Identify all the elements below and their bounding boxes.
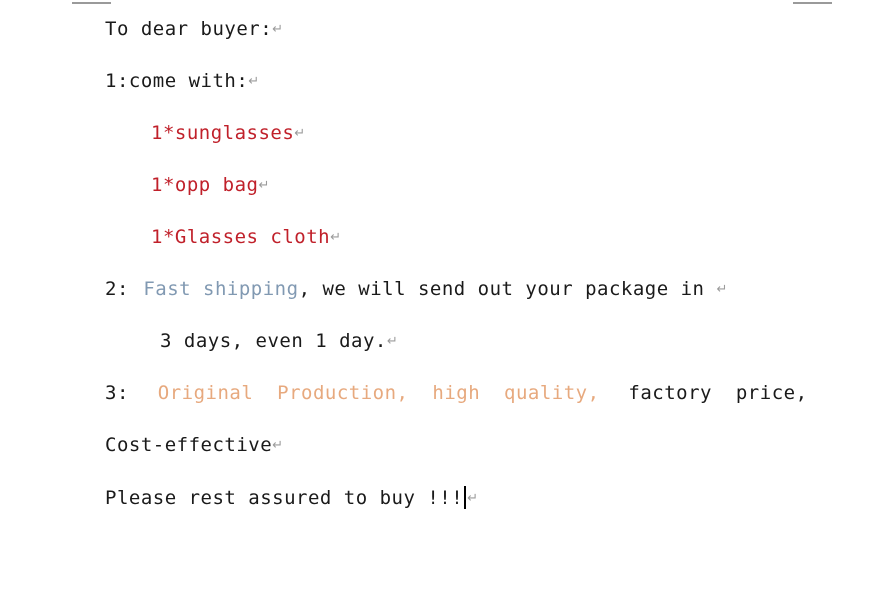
point-2-highlight: Fast shipping	[143, 278, 299, 300]
paragraph-mark-icon: ↵	[467, 491, 479, 506]
text-cursor-caret	[464, 486, 467, 509]
point-3-continued-text: Cost-effective	[105, 434, 273, 456]
point-3-highlight: Original Production, high quality,	[157, 382, 600, 404]
paragraph-mark-icon: ↵	[248, 74, 260, 89]
paragraph-item-3[interactable]: 1*Glasses cloth↵	[151, 226, 341, 249]
closing-text: Please rest assured to buy !!!	[105, 487, 464, 509]
paragraph-mark-icon: ↵	[272, 22, 284, 37]
paragraph-mark-icon: ↵	[272, 438, 284, 453]
paragraph-item-2[interactable]: 1*opp bag↵	[151, 174, 269, 197]
left-margin-marker	[72, 2, 111, 4]
paragraph-point-2-continued[interactable]: 3 days, even 1 day.↵	[160, 330, 398, 353]
document-page: To dear buyer:↵ 1:come with:↵ 1*sunglass…	[0, 0, 882, 597]
paragraph-mark-icon: ↵	[386, 334, 398, 349]
paragraph-item-heading[interactable]: 1:come with:↵	[105, 70, 259, 93]
right-margin-marker	[793, 2, 832, 4]
point-2-continued-text: 3 days, even 1 day.	[160, 330, 387, 352]
paragraph-point-2[interactable]: 2: Fast shipping, we will send out your …	[105, 278, 727, 301]
point-2-rest: , we will send out your package in	[298, 278, 705, 300]
point-3-rest: factory price,	[628, 382, 808, 404]
item-heading-text: 1:come with:	[105, 70, 249, 92]
paragraph-mark-icon: ↵	[258, 178, 270, 193]
paragraph-mark-icon: ↵	[294, 126, 306, 141]
item-3-text: 1*Glasses cloth	[151, 226, 331, 248]
paragraph-point-3-continued[interactable]: Cost-effective↵	[105, 434, 283, 457]
paragraph-mark-icon: ↵	[716, 282, 728, 297]
paragraph-mark-icon: ↵	[330, 230, 341, 245]
point-3-number: 3:	[105, 382, 129, 404]
paragraph-item-1[interactable]: 1*sunglasses↵	[151, 122, 305, 145]
paragraph-point-3[interactable]: 3: Original Production, high quality, fa…	[105, 382, 808, 404]
point-2-number: 2:	[105, 278, 129, 300]
paragraph-greeting[interactable]: To dear buyer:↵	[105, 18, 283, 41]
item-2-text: 1*opp bag	[151, 174, 259, 196]
greeting-text: To dear buyer:	[105, 18, 273, 40]
paragraph-closing[interactable]: Please rest assured to buy !!! ↵	[105, 486, 478, 510]
item-1-text: 1*sunglasses	[151, 122, 295, 144]
